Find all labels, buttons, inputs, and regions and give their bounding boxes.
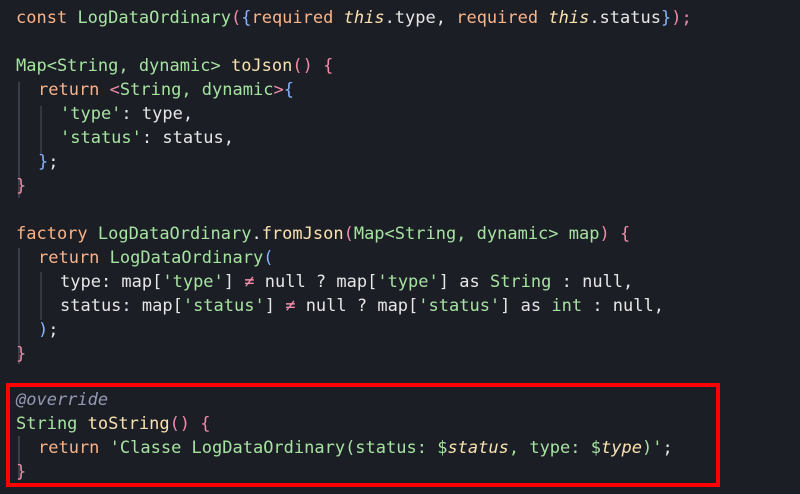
bracket: { [323,56,334,76]
bracket: } [660,8,672,28]
type-name: String, dynamic [119,80,274,100]
string-literal: 'type' [377,272,439,292]
bracket: ( [343,224,354,244]
string-literal: 'status' [418,296,501,316]
code-text: ] [264,296,286,316]
code-text: : null, [551,272,634,292]
this-keyword: this [343,8,385,28]
string-literal: 'type' [60,104,122,124]
code-text: status: map[ [60,296,183,316]
code-line-15[interactable]: } [0,342,26,366]
type-name: int [551,296,583,316]
code-text: ; [48,152,59,172]
bracket: { [241,8,252,28]
code-line-5[interactable]: 'type': type, [0,102,193,126]
function-name: toJson [230,56,293,76]
this-keyword: this [548,8,590,28]
bracket: < [109,80,120,100]
code-line-3[interactable]: Map<String, dynamic> toJson() { [0,54,333,78]
keyword: required [251,8,334,28]
string-literal: 'status' [182,296,265,316]
keyword: factory [16,224,88,244]
keyword: const [16,8,68,28]
code-text: ; [48,320,59,340]
highlight-box [6,383,720,487]
code-line-8[interactable]: } [0,174,26,198]
bracket: } [38,152,49,172]
bracket: { [283,80,294,100]
code-line-10[interactable]: factory LogDataOrdinary.fromJson(Map<Str… [0,222,630,246]
code-text: . [251,224,262,244]
bracket: { [619,224,631,244]
code-line-14[interactable]: ); [0,318,59,342]
bracket: () [292,56,313,76]
bracket: > [273,80,284,100]
type-name: Map<String, dynamic> [16,56,221,76]
string-literal: 'status' [60,128,142,148]
code-text: null ? map[ [295,296,419,316]
type-name: String [489,272,552,292]
operator: ≠ [244,272,255,292]
string-literal: 'type' [162,272,224,292]
code-text: null ? map[ [254,272,378,292]
bracket: ) [38,320,49,340]
code-text: type: map[ [60,272,163,292]
function-name: fromJson [261,224,344,244]
code-line-4[interactable]: return <String, dynamic>{ [0,78,294,102]
code-line-12[interactable]: type: map['type'] ≠ null ? map['type'] a… [0,270,633,294]
code-text: ] as [438,272,490,292]
keyword: required [456,8,539,28]
field: .type, [384,8,457,28]
keyword: return [38,80,100,100]
code-line-6[interactable]: 'status': status, [0,126,234,150]
code-line-13[interactable]: status: map['status'] ≠ null ? map['stat… [0,294,664,318]
code-line-7[interactable]: }; [0,150,59,174]
bracket: } [16,176,27,196]
bracket: ) [599,224,610,244]
code-text: : status, [141,128,235,148]
bracket: ( [230,8,242,28]
bracket: } [16,344,27,364]
bracket: ); [671,8,692,28]
field: .status [589,8,661,28]
class-name: LogDataOrdinary [77,8,231,28]
code-line-1[interactable]: const LogDataOrdinary({required this.typ… [0,6,692,30]
code-text: : null, [582,296,664,316]
code-editor[interactable]: const LogDataOrdinary({required this.typ… [0,0,800,494]
class-name: LogDataOrdinary [97,224,252,244]
class-name: LogDataOrdinary [109,248,264,268]
keyword: return [38,248,100,268]
code-line-11[interactable]: return LogDataOrdinary( [0,246,273,270]
operator: ≠ [285,296,296,316]
bracket: ( [263,248,274,268]
type-name: Map<String, dynamic> map [353,224,600,244]
code-text: ] as [500,296,552,316]
code-text: ] [223,272,245,292]
code-text: : type, [121,104,194,124]
